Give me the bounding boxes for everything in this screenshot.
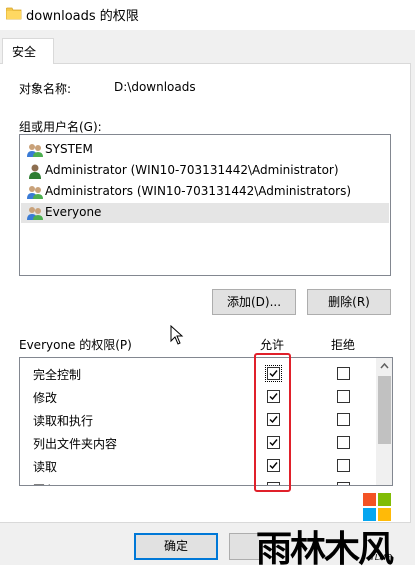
- permission-name: 列出文件夹内容: [33, 437, 118, 451]
- cancel-button[interactable]: [229, 533, 259, 560]
- user-group-icon: [27, 186, 43, 199]
- tab-strip: 安全: [0, 30, 415, 64]
- deny-checkbox[interactable]: [337, 390, 350, 403]
- object-name-label: 对象名称:: [19, 82, 72, 96]
- permission-row: 修改: [20, 385, 376, 408]
- watermark-sub: YLMF: [370, 553, 391, 562]
- list-item-label: Administrators (WIN10-703131442\Administ…: [45, 184, 352, 198]
- title-bar: downloads 的权限: [0, 0, 415, 30]
- list-item-system[interactable]: SYSTEM: [21, 140, 389, 160]
- group-list-label: 组或用户名(G):: [19, 120, 102, 134]
- deny-checkbox[interactable]: [337, 413, 350, 426]
- add-button[interactable]: 添加(D)...: [212, 289, 296, 315]
- window-title: downloads 的权限: [26, 9, 139, 24]
- allow-column-header: 允许: [260, 338, 285, 352]
- mouse-cursor-icon: [170, 325, 184, 345]
- permission-row: 读取: [20, 454, 376, 477]
- object-name-value: D:\downloads: [114, 80, 196, 94]
- deny-checkbox[interactable]: [337, 482, 350, 485]
- watermark-logo: 雨林木风: [256, 528, 394, 570]
- list-item-administrator[interactable]: Administrator (WIN10-703131442\Administr…: [21, 161, 389, 181]
- user-icon: [29, 164, 41, 179]
- deny-checkbox[interactable]: [337, 459, 350, 472]
- deny-checkbox[interactable]: [337, 436, 350, 449]
- permissions-label: Everyone 的权限(P): [19, 338, 132, 352]
- permission-name: 读取: [33, 460, 58, 474]
- permission-row: 读取和执行: [20, 408, 376, 431]
- list-item-everyone[interactable]: Everyone: [21, 203, 389, 223]
- group-user-list[interactable]: SYSTEM Administrator (WIN10-703131442\Ad…: [19, 134, 391, 276]
- permission-name: 写入: [33, 481, 57, 485]
- list-item-administrators[interactable]: Administrators (WIN10-703131442\Administ…: [21, 182, 389, 202]
- permission-name: 读取和执行: [33, 414, 94, 428]
- deny-checkbox[interactable]: [337, 367, 350, 380]
- scroll-up-icon[interactable]: [376, 358, 393, 375]
- permissions-scrollbar[interactable]: [376, 358, 393, 485]
- permissions-list[interactable]: 完全控制修改读取和执行列出文件夹内容读取写入: [19, 357, 393, 486]
- permission-row: 写入: [20, 477, 376, 485]
- scroll-thumb[interactable]: [378, 376, 391, 444]
- permission-row: 列出文件夹内容: [20, 431, 376, 454]
- permission-row: 完全控制: [20, 362, 376, 385]
- folder-icon: [6, 7, 22, 20]
- list-item-label: Everyone: [45, 205, 102, 219]
- tab-security[interactable]: 安全: [2, 38, 54, 64]
- list-item-label: Administrator (WIN10-703131442\Administr…: [45, 163, 339, 177]
- permission-name: 完全控制: [33, 368, 82, 382]
- user-group-icon: [27, 144, 43, 157]
- deny-column-header: 拒绝: [331, 338, 356, 352]
- remove-button[interactable]: 删除(R): [307, 289, 391, 315]
- tab-security-label: 安全: [12, 45, 37, 59]
- list-item-label: SYSTEM: [45, 142, 93, 156]
- user-group-icon: [27, 207, 43, 220]
- highlight-box: [254, 353, 291, 492]
- ok-button[interactable]: 确定: [134, 533, 218, 560]
- permission-name: 修改: [33, 391, 58, 405]
